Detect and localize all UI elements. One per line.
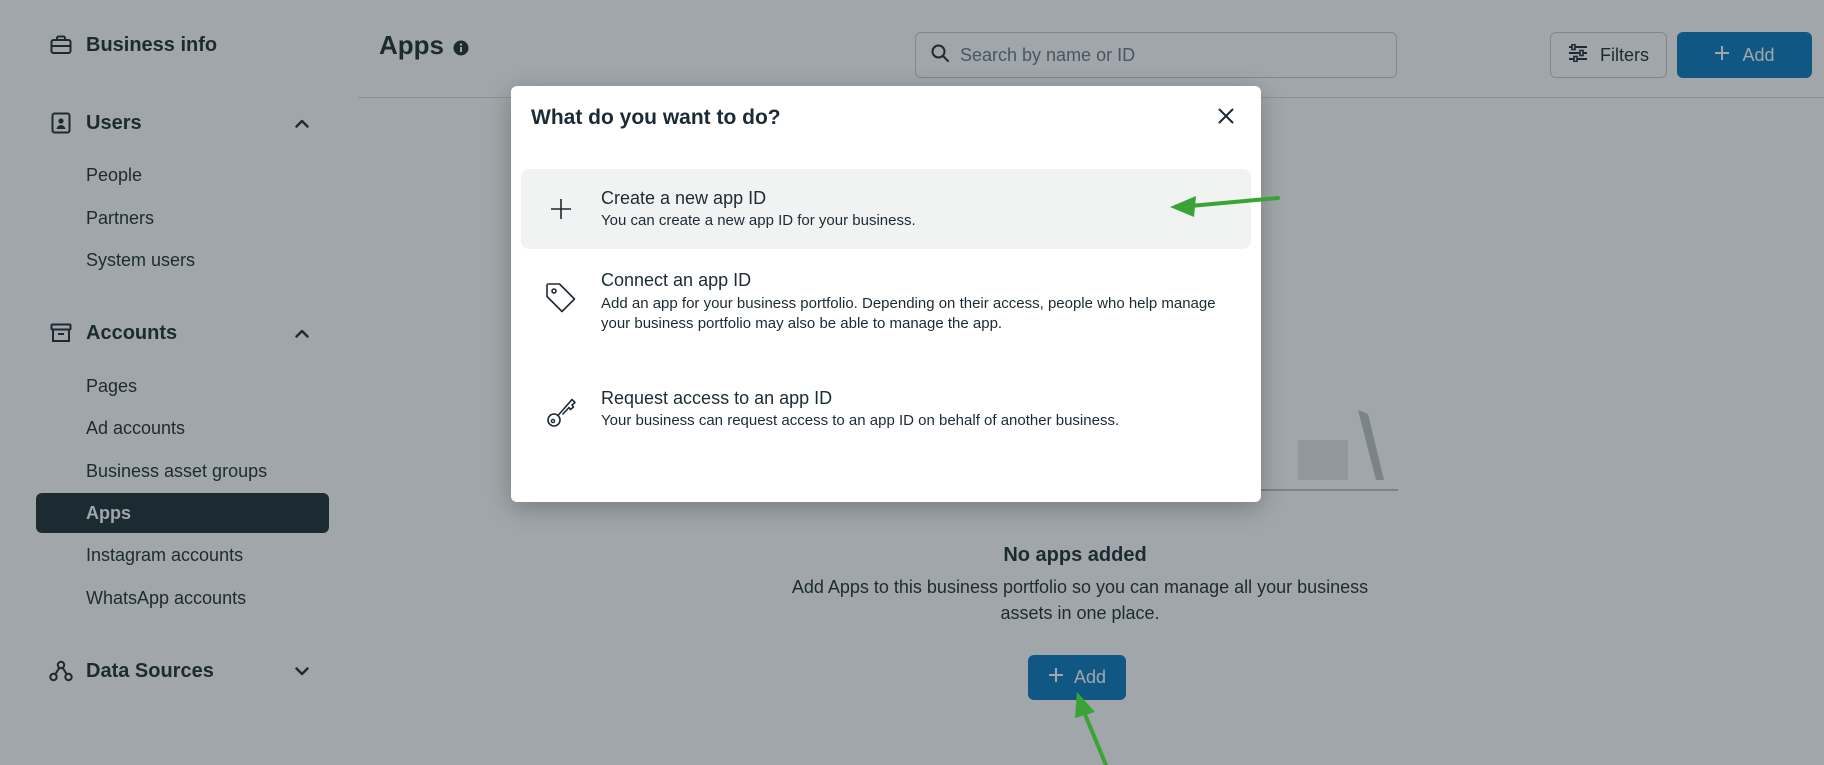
option-title: Create a new app ID <box>601 188 767 208</box>
option-description: You can create a new app ID for your bus… <box>601 212 916 229</box>
dialog-title: What do you want to do? <box>531 106 781 129</box>
key-icon <box>543 394 579 430</box>
plus-icon <box>543 191 579 227</box>
option-request-access-app-id[interactable]: Request access to an app ID Your busines… <box>521 376 1251 456</box>
option-connect-app-id[interactable]: Connect an app ID Add an app for your bu… <box>521 258 1251 358</box>
option-description: Your business can request access to an a… <box>601 412 1120 429</box>
option-title: Connect an app ID <box>601 270 752 290</box>
option-create-new-app-id[interactable]: Create a new app ID You can create a new… <box>521 169 1251 249</box>
close-icon <box>1218 108 1234 129</box>
option-title: Request access to an app ID <box>601 388 833 408</box>
tag-icon <box>543 280 579 316</box>
option-description: Add an app for your business portfolio. … <box>601 295 1216 332</box>
close-button[interactable] <box>1212 104 1240 132</box>
add-app-dialog: What do you want to do? Create a new app… <box>511 86 1261 502</box>
